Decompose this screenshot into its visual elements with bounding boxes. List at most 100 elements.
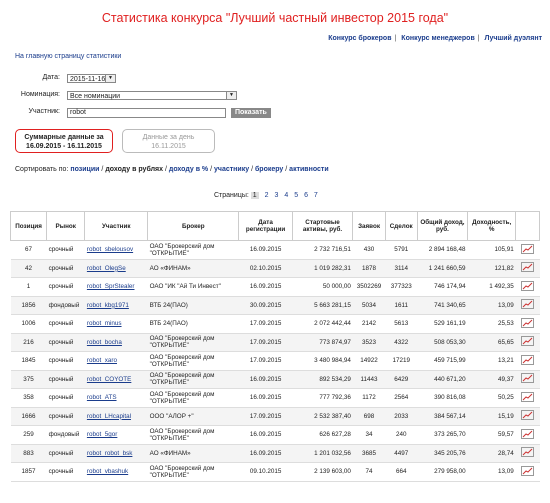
participant-cell: robot_kbg1971 [84,296,148,315]
participant-input[interactable]: robot [67,108,226,118]
nav-best-duelist-link[interactable]: Лучший дуэлянт [485,35,542,42]
participant-link[interactable]: robot_sbelousov [87,246,133,253]
date-label: Дата: [42,74,60,81]
participant-link[interactable]: robot_minus [87,320,122,327]
nav-manager-contest-link[interactable]: Конкурс менеджеров [401,35,474,42]
position-cell: 42 [10,259,47,278]
yield-cell: 13,21 [467,351,516,371]
orders-cell: 34 [352,425,386,445]
reg-date-cell: 16.09.2015 [238,444,293,463]
broker-cell: ОАО "Брокерский дом "ОТКРЫТИЕ" [147,425,239,445]
page-link[interactable]: 6 [304,192,308,199]
reg-date-cell: 02.10.2015 [238,259,293,278]
home-stats-link[interactable]: На главную страницу статистики [15,53,121,60]
col-reg-date: Дата регистрации [238,211,293,241]
show-button[interactable]: Показать [231,108,271,118]
market-cell: срочный [46,259,85,278]
page-link[interactable]: 4 [284,192,288,199]
total-income-cell: 345 205,76 [417,444,468,463]
table-row: 216 срочный robot_bocha ОАО "Брокерский дом… [10,333,540,352]
broker-cell: ОАО "Брокерский дом "ОТКРЫТИЕ" [147,351,239,371]
nav-broker-contest-link[interactable]: Конкурс брокеров [328,35,391,42]
chart-icon[interactable] [521,280,535,291]
deals-cell: 240 [385,425,418,445]
chart-icon[interactable] [521,336,535,347]
chart-icon[interactable] [521,317,535,328]
position-cell: 1 [10,277,47,297]
orders-cell: 74 [352,462,386,482]
orders-cell: 3502269 [352,277,386,297]
participant-link[interactable]: robot_OlegSe [87,265,126,272]
page-link[interactable]: 7 [314,192,318,199]
chart-icon[interactable] [521,428,535,439]
participant-link[interactable]: robot_bocha [87,339,122,346]
page-link[interactable]: 3 [274,192,278,199]
orders-cell: 2142 [352,314,386,334]
participant-link[interactable]: robot_LHcapital [87,413,131,420]
orders-cell: 698 [352,407,386,426]
page-link[interactable]: 2 [265,192,269,199]
chart-cell [515,407,540,426]
start-assets-cell: 2 139 603,00 [292,462,353,482]
participant-link[interactable]: robot_COYOTE [87,376,131,383]
participant-cell: robot_OlegSe [84,259,148,278]
start-assets-cell: 1 019 282,31 [292,259,353,278]
chart-cell [515,296,540,315]
participant-link[interactable]: robot_kbg1971 [87,302,129,309]
participant-cell: robot_minus [84,314,148,334]
participant-link[interactable]: robot_robot_bsk [87,450,133,457]
sort-by-participant[interactable]: участнику [214,166,249,173]
broker-cell: ООО "АЛОР +" [147,407,239,426]
position-cell: 1006 [10,314,47,334]
broker-cell: ОАО "Брокерский дом "ОТКРЫТИЕ" [147,462,239,482]
start-assets-cell: 1 201 032,56 [292,444,353,463]
yield-cell: 65,65 [467,333,516,352]
market-cell: срочный [46,240,85,260]
participant-link[interactable]: robot_vbashuk [87,468,128,475]
participant-link[interactable]: robot_xaro [87,357,117,364]
chart-icon[interactable] [521,447,535,458]
col-yield: Доходность, % [467,211,517,241]
reg-date-cell: 16.09.2015 [238,277,293,297]
summary-data-tab[interactable]: Суммарные данные за 16.09.2015 - 16.11.20… [15,129,113,153]
table-row: 42 срочный robot_OlegSe АО «ФИНАМ» 02.10.201… [10,259,540,278]
deals-cell: 2033 [385,407,418,426]
chart-icon[interactable] [521,262,535,273]
chart-icon[interactable] [521,391,535,402]
position-cell: 883 [10,444,47,463]
chart-icon[interactable] [521,243,535,254]
chart-icon[interactable] [521,465,535,476]
participant-link[interactable]: robot_ATS [87,394,117,401]
total-income-cell: 440 671,20 [417,370,468,389]
broker-cell: ОАО "ИК "Ай Ти Инвест" [147,277,239,297]
page-link[interactable]: 5 [294,192,298,199]
chart-cell [515,240,540,260]
table-row: 259 фондовый robot_5gor ОАО "Брокерский дом… [10,425,540,445]
sort-by-income-rub[interactable]: доходу в рублях [105,166,163,173]
participant-link[interactable]: robot_SprStealer [87,283,135,290]
date-select[interactable]: 2015-11-16 ▼ [67,74,116,83]
sort-by-broker[interactable]: брокеру [255,166,283,173]
position-cell: 1856 [10,296,47,315]
total-income-cell: 390 816,08 [417,388,468,408]
chart-cell [515,388,540,408]
yield-cell: 59,57 [467,425,516,445]
total-income-cell: 373 265,70 [417,425,468,445]
day-data-tab[interactable]: Данные за день 16.11.2015 [122,129,215,153]
chart-icon[interactable] [521,299,535,310]
start-assets-cell: 3 480 984,94 [292,351,353,371]
col-chart [515,211,540,241]
market-cell: срочный [46,407,85,426]
chart-icon[interactable] [521,410,535,421]
chart-icon[interactable] [521,373,535,384]
sort-by-activity[interactable]: активности [289,166,328,173]
total-income-cell: 459 715,99 [417,351,468,371]
reg-date-cell: 17.09.2015 [238,351,293,371]
sort-by-position[interactable]: позиции [70,166,99,173]
chart-icon[interactable] [521,354,535,365]
broker-cell: ОАО "Брокерский дом "ОТКРЫТИЕ" [147,333,239,352]
participant-link[interactable]: robot_5gor [87,431,117,438]
nomination-select[interactable]: Все номинации ▼ [67,91,237,100]
orders-cell: 1172 [352,388,386,408]
sort-by-income-percent[interactable]: доходу в % [169,166,208,173]
